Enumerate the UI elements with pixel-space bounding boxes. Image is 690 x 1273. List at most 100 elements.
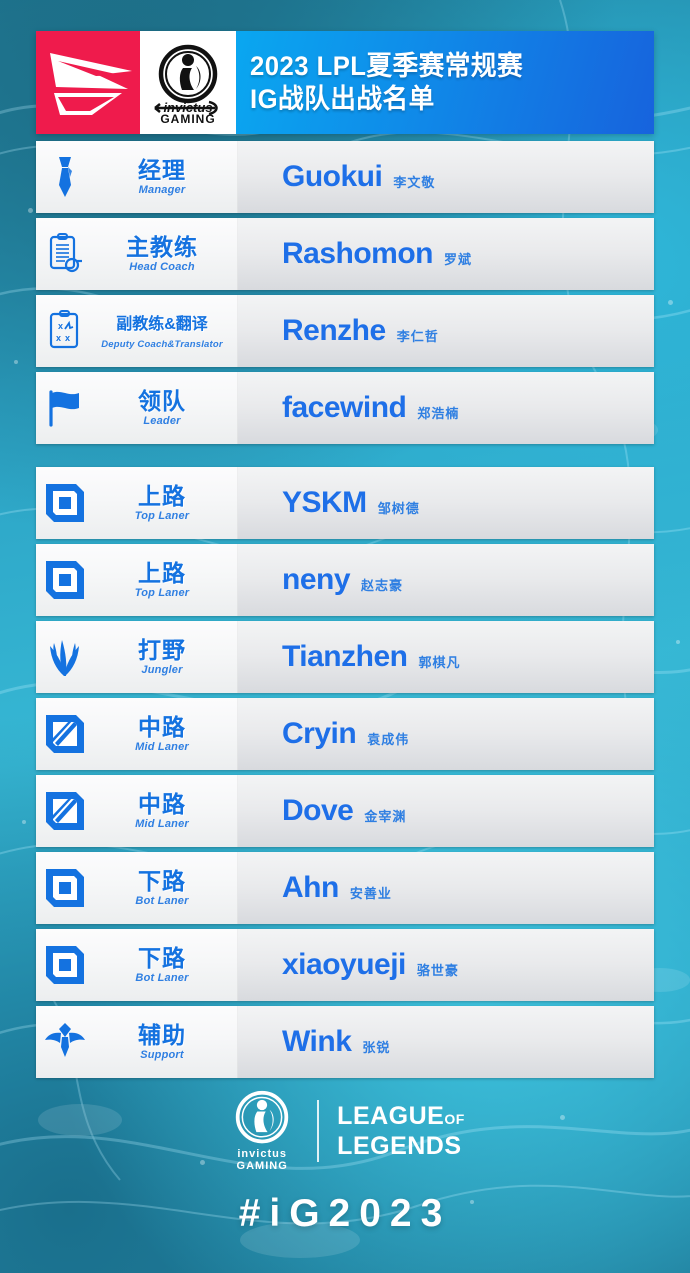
player-id: facewind (282, 391, 407, 424)
role-labels: 中路 Mid Laner (94, 714, 238, 754)
player-real-name: 张锐 (362, 1039, 391, 1055)
player-panel: facewind 郑浩楠 (238, 372, 654, 444)
role-name-en: Jungler (141, 663, 183, 676)
roster-row: 中路 Mid Laner Cryin 袁成伟 (36, 698, 654, 770)
lpl-logo-block (36, 31, 140, 134)
top-lane-icon (36, 482, 94, 524)
staff-group: 经理 Manager Guokui 李文敬 主教练 Head Coach Rashomon 罗… (36, 141, 654, 444)
lol-line-1: LEAGUEOF (337, 1102, 465, 1133)
header-banner: invictus GAMING 2023 LPL夏季赛常规赛 IG战队出战名单 (36, 31, 654, 134)
player-real-name: 袁成伟 (367, 731, 410, 747)
player-panel: Cryin 袁成伟 (238, 698, 654, 770)
player-group: 上路 Top Laner YSKM 邹树德 上路 Top Laner neny 赵志豪 打野 Ju… (36, 467, 654, 1078)
top-lane-icon (36, 559, 94, 601)
roster-row: 上路 Top Laner YSKM 邹树德 (36, 467, 654, 539)
player-real-name: 骆世豪 (416, 962, 459, 978)
player-panel: Ahn 安善业 (238, 852, 654, 924)
role-name-en: Top Laner (134, 509, 190, 522)
role-labels: 上路 Top Laner (94, 559, 238, 600)
player-real-name: 金宰渊 (364, 808, 407, 824)
role-panel: 领队 Leader (36, 372, 238, 444)
roster-row: 上路 Top Laner neny 赵志豪 (36, 544, 654, 616)
role-labels: 下路 Bot Laner (94, 867, 238, 908)
role-labels: 经理 Manager (94, 156, 238, 197)
lol-line-2: LEGENDS (337, 1131, 462, 1160)
roster-list: 经理 Manager Guokui 李文敬 主教练 Head Coach Rashomon 罗… (36, 141, 654, 1083)
role-name-en: Bot Laner (135, 894, 189, 907)
lol-logo: LEAGUEOF LEGENDS (337, 1102, 465, 1160)
role-labels: 领队 Leader (94, 387, 238, 428)
role-name-en: Head Coach (129, 260, 195, 273)
clipboard-icon (36, 232, 94, 276)
player-panel: Renzhe 李仁哲 (238, 295, 654, 367)
role-panel: 下路 Bot Laner (36, 852, 238, 924)
ig-logo-icon (235, 1090, 289, 1144)
footer-logos: invictus GAMING LEAGUEOF LEGENDS (225, 1090, 465, 1172)
role-name-en: Leader (143, 414, 181, 427)
svg-text:GAMING: GAMING (160, 112, 215, 124)
player-id: Dove (282, 794, 354, 827)
player-real-name: 罗斌 (444, 251, 473, 267)
role-labels: 中路 Mid Laner (94, 791, 238, 831)
role-panel: 辅助 Support (36, 1006, 238, 1078)
player-id: Ahn (282, 871, 339, 904)
footer-ig-word-2: GAMING (236, 1160, 288, 1172)
roster-row: 打野 Jungler Tianzhen 郭棋凡 (36, 621, 654, 693)
roster-row: 中路 Mid Laner Dove 金宰渊 (36, 775, 654, 847)
roster-row: 经理 Manager Guokui 李文敬 (36, 141, 654, 213)
roster-row: 下路 Bot Laner Ahn 安善业 (36, 852, 654, 924)
role-panel: 中路 Mid Laner (36, 775, 238, 847)
footer-divider (317, 1100, 320, 1162)
roster-row: 辅助 Support Wink 张锐 (36, 1006, 654, 1078)
bot-lane-icon (36, 944, 94, 986)
player-id: xiaoyueji (282, 948, 406, 981)
footer-ig-logo: invictus GAMING (225, 1090, 299, 1172)
player-panel: xiaoyueji 骆世豪 (238, 929, 654, 1001)
player-id: Tianzhen (282, 640, 408, 673)
player-panel: Tianzhen 郭棋凡 (238, 621, 654, 693)
svg-text:x: x (65, 333, 70, 343)
player-real-name: 李仁哲 (396, 328, 439, 344)
role-name-en: Deputy Coach&Translator (101, 338, 223, 350)
role-name-cn: 下路 (138, 944, 186, 971)
role-name-cn: 下路 (138, 867, 186, 894)
clipboard-tactics-icon: xxx (36, 309, 94, 353)
role-name-en: Manager (138, 183, 186, 196)
role-panel: 经理 Manager (36, 141, 238, 213)
player-id: Guokui (282, 160, 383, 193)
role-name-cn: 经理 (138, 156, 186, 183)
mid-lane-icon (36, 713, 94, 755)
role-name-cn: 主教练 (126, 233, 198, 260)
player-real-name: 郑浩楠 (417, 405, 460, 421)
role-panel: 上路 Top Laner (36, 544, 238, 616)
player-real-name: 郭棋凡 (418, 654, 461, 670)
role-name-cn: 上路 (138, 559, 186, 586)
header-title: 2023 LPL夏季赛常规赛 IG战队出战名单 (236, 31, 654, 134)
player-id: YSKM (282, 486, 367, 519)
necktie-icon (36, 155, 94, 199)
role-name-cn: 领队 (138, 387, 186, 414)
player-panel: Wink 张锐 (238, 1006, 654, 1078)
lol-of-text: OF (444, 1110, 465, 1127)
player-panel: neny 赵志豪 (238, 544, 654, 616)
role-name-en: Mid Laner (135, 817, 189, 830)
flag-icon (36, 388, 94, 428)
footer: invictus GAMING LEAGUEOF LEGENDS #iG2023 (0, 1090, 690, 1236)
svg-text:x: x (58, 321, 63, 331)
role-name-en: Mid Laner (135, 740, 189, 753)
role-panel: 主教练 Head Coach (36, 218, 238, 290)
roster-row: x x x 副教练&翻译 Deputy Coach&Translator Renzhe 李仁… (36, 295, 654, 367)
player-real-name: 赵志豪 (361, 577, 404, 593)
role-labels: 副教练&翻译 Deputy Coach&Translator (94, 312, 238, 351)
role-name-cn: 副教练&翻译 (116, 315, 208, 333)
role-panel: 中路 Mid Laner (36, 698, 238, 770)
role-name-cn: 上路 (138, 482, 186, 509)
role-name-cn: 辅助 (138, 1021, 186, 1048)
ig-logo: invictus GAMING (154, 44, 218, 124)
ig-logo-block: invictus GAMING (140, 31, 236, 134)
role-name-en: Bot Laner (135, 971, 189, 984)
role-panel: 上路 Top Laner (36, 467, 238, 539)
jungle-icon (36, 636, 94, 678)
role-labels: 打野 Jungler (94, 637, 238, 677)
footer-ig-word-1: invictus (237, 1148, 287, 1160)
